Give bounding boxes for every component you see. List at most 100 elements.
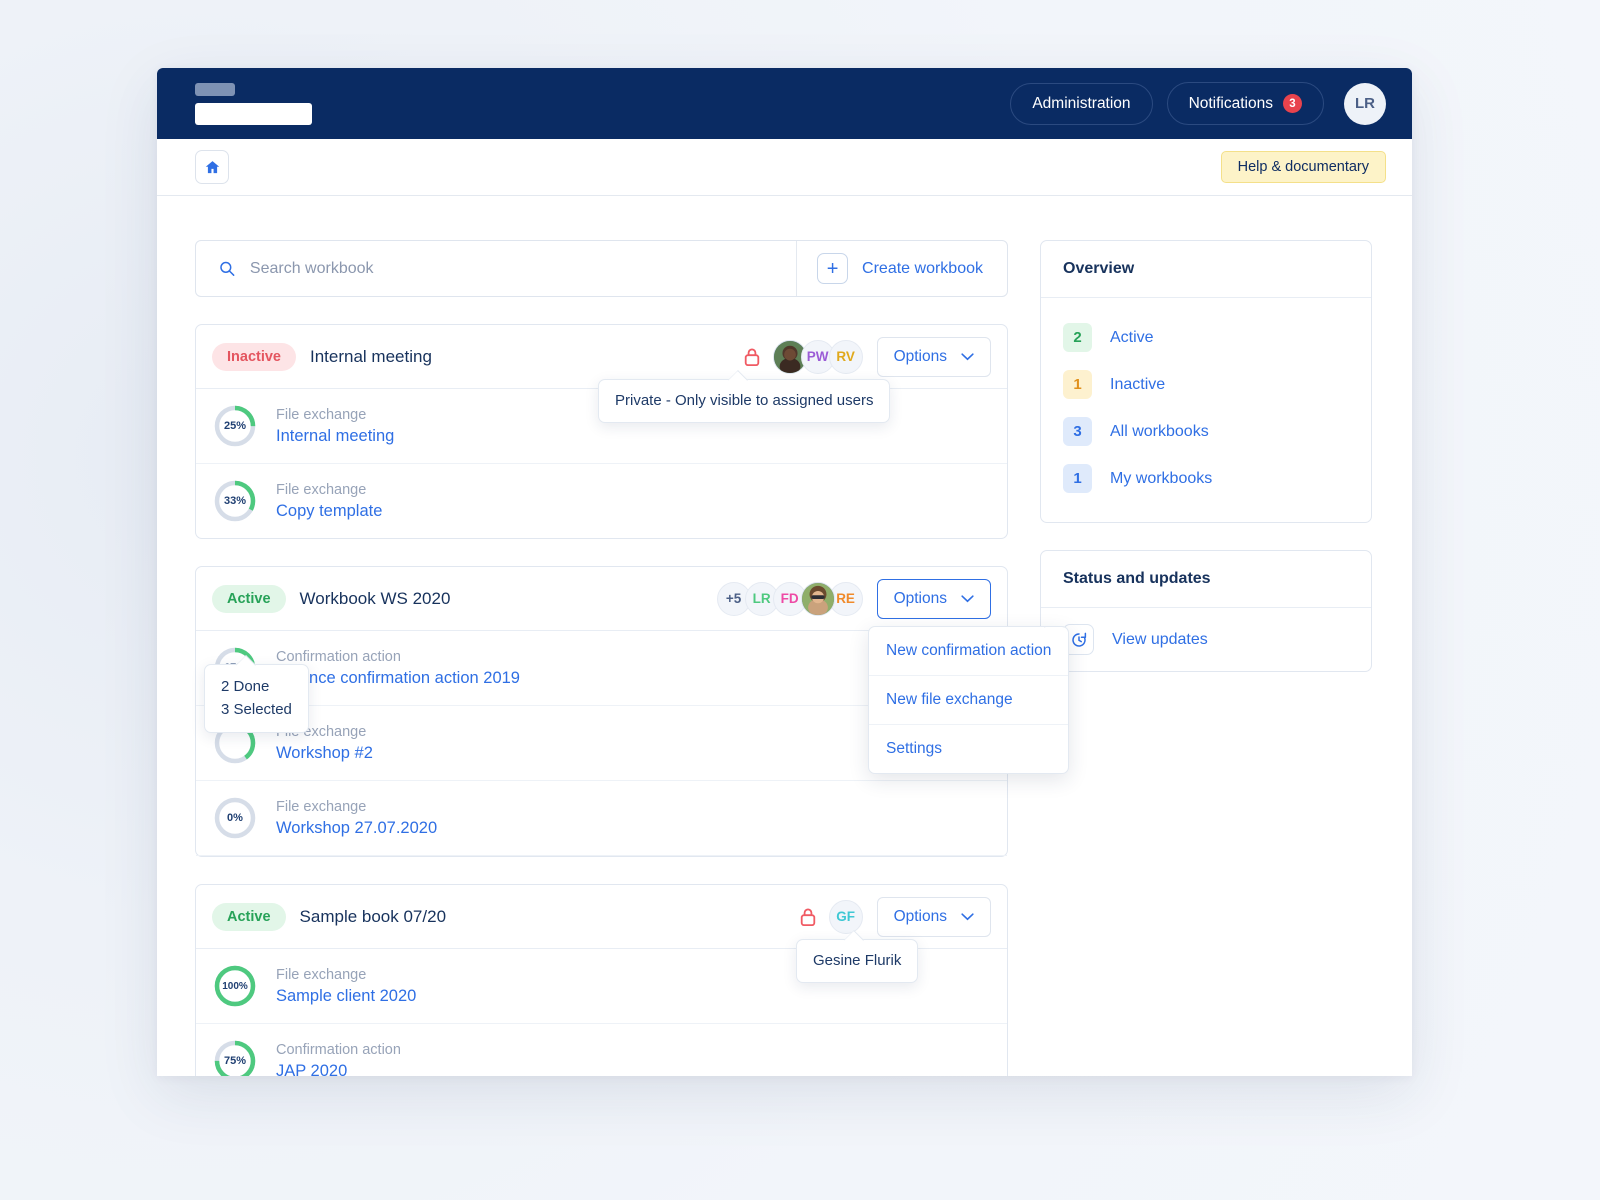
status-badge: Active (212, 584, 286, 613)
row-name-link[interactable]: Internal meeting (276, 427, 394, 446)
workbook-list-column: + Create workbook Inactive Internal meet… (195, 240, 1070, 1076)
home-button[interactable] (195, 150, 229, 184)
progress-percent: 100% (222, 980, 248, 992)
logo[interactable] (195, 82, 312, 125)
workbook-item-row[interactable]: 33% File exchange Copy template (196, 464, 1007, 538)
row-name-link[interactable]: Sample client 2020 (276, 987, 416, 1006)
sub-toolbar: Help & documentary (157, 139, 1412, 196)
row-type: File exchange (276, 798, 367, 815)
overview-count: 2 (1063, 323, 1092, 352)
overview-label: Inactive (1110, 375, 1166, 393)
workbook-item-row[interactable]: 75% Confirmation action JAP 2020 (196, 1024, 1007, 1076)
overview-list: 2 Active 1 Inactive 3 All workbooks 1 My… (1041, 298, 1371, 522)
workbook-card: Active Workbook WS 2020 +5 LR FD RE Opti… (195, 566, 1070, 857)
avatar-initials: RV (836, 349, 855, 364)
workbook-header: Inactive Internal meeting PW RV Options … (196, 325, 1007, 424)
notifications-button[interactable]: Notifications 3 (1166, 82, 1324, 125)
overview-count: 1 (1063, 464, 1092, 493)
row-type: Confirmation action (276, 1041, 401, 1058)
create-workbook-button[interactable]: + Create workbook (797, 241, 1007, 296)
row-type: Confirmation action (276, 648, 401, 665)
status-badge: Active (212, 902, 286, 931)
status-updates-title: Status and updates (1041, 551, 1371, 608)
row-type: File exchange (276, 481, 367, 498)
avatar[interactable] (800, 581, 835, 616)
row-name-link[interactable]: Balance confirmation action 2019 (276, 669, 520, 688)
avatar-initials: FD (780, 591, 799, 606)
progress-ring: 25% (212, 403, 258, 449)
overview-label: All workbooks (1110, 422, 1209, 440)
workbook-card: Active Sample book 07/20 GF Options Gesi… (195, 884, 1008, 1076)
avatar-tooltip-text: Gesine Flurik (813, 952, 902, 969)
status-updates-panel: Status and updates View updates (1040, 550, 1372, 672)
progress-percent: 75% (223, 1055, 247, 1067)
row-texts: Confirmation action JAP 2020 (276, 1042, 401, 1077)
help-documentary-label: Help & documentary (1237, 159, 1369, 175)
assignee-avatars: PW RV (772, 339, 863, 374)
progress-percent: 0% (227, 812, 243, 824)
avatar[interactable]: RV (828, 339, 863, 374)
administration-button[interactable]: Administration (1010, 82, 1153, 125)
overview-count: 3 (1063, 417, 1092, 446)
progress-tooltip-selected: 3 Selected (221, 700, 292, 718)
workbook-title: Sample book 07/20 (299, 906, 447, 926)
lock-icon[interactable] (799, 907, 817, 927)
overview-item-inactive[interactable]: 1 Inactive (1063, 361, 1349, 408)
workbook-header-actions: +5 LR FD RE Options (716, 578, 991, 619)
workbook-header: Active Sample book 07/20 GF Options Gesi… (196, 885, 1007, 984)
row-texts: Confirmation action Balance confirmation… (276, 649, 520, 688)
row-name-link[interactable]: Copy template (276, 502, 382, 521)
row-name-link[interactable]: Workshop 27.07.2020 (276, 819, 437, 838)
app-window: Administration Notifications 3 LR Help &… (157, 68, 1412, 1076)
avatar-initials: RE (836, 591, 855, 606)
options-label: Options (893, 347, 947, 365)
sidebar-column: Overview 2 Active 1 Inactive 3 All workb… (1040, 240, 1372, 1076)
progress-ring: 100% (212, 963, 258, 1009)
progress-ring: 0% (212, 795, 258, 841)
workbook-header-actions: PW RV Options (743, 336, 991, 377)
overview-item-active[interactable]: 2 Active (1063, 314, 1349, 361)
menu-item-settings[interactable]: Settings (869, 725, 1068, 773)
plus-icon: + (817, 253, 849, 284)
search-icon (220, 261, 235, 276)
options-button[interactable]: Options (876, 578, 991, 619)
overview-label: Active (1110, 328, 1154, 346)
overview-item-my-workbooks[interactable]: 1 My workbooks (1063, 455, 1349, 502)
status-badge: Inactive (212, 342, 296, 371)
row-name-link[interactable]: JAP 2020 (276, 1062, 401, 1077)
menu-item-new-confirmation-action[interactable]: New confirmation action (869, 627, 1069, 676)
lock-icon[interactable] (743, 347, 761, 367)
view-updates-label[interactable]: View updates (1112, 631, 1208, 649)
avatar[interactable]: GF (828, 899, 863, 934)
search-toolbar: + Create workbook (195, 240, 1008, 297)
options-button[interactable]: Options (876, 336, 991, 377)
logo-bar-small (195, 82, 235, 96)
overview-label: My workbooks (1110, 469, 1213, 487)
workbook-item-row[interactable]: 0% File exchange Workshop 27.07.2020 (196, 781, 1007, 856)
logo-bar-large (195, 102, 312, 125)
overview-item-all-workbooks[interactable]: 3 All workbooks (1063, 408, 1349, 455)
avatar-tooltip: Gesine Flurik (796, 939, 919, 984)
chevron-down-icon (961, 912, 974, 920)
create-workbook-label: Create workbook (862, 259, 983, 277)
search-field[interactable] (196, 241, 798, 296)
user-avatar-initials: LR (1355, 95, 1375, 112)
lock-tooltip-text: Private - Only visible to assigned users (615, 392, 874, 409)
assignee-avatars: GF (828, 899, 863, 934)
workbook-title: Workbook WS 2020 (299, 588, 451, 608)
search-input[interactable] (249, 259, 775, 278)
row-name-link[interactable]: Workshop #2 (276, 744, 373, 763)
chevron-down-icon (961, 352, 974, 360)
view-updates-row[interactable]: View updates (1041, 608, 1371, 671)
avatar-initials: +5 (725, 591, 742, 606)
row-texts: File exchange Sample client 2020 (276, 967, 416, 1006)
lock-tooltip: Private - Only visible to assigned users (598, 379, 891, 424)
options-button[interactable]: Options (876, 896, 991, 937)
workbook-header: Active Workbook WS 2020 +5 LR FD RE Opti… (196, 567, 1007, 631)
menu-item-new-file-exchange[interactable]: New file exchange (869, 676, 1069, 725)
overview-title: Overview (1041, 241, 1371, 298)
help-documentary-button[interactable]: Help & documentary (1220, 151, 1386, 183)
user-avatar[interactable]: LR (1344, 82, 1386, 125)
row-texts: File exchange Workshop 27.07.2020 (276, 799, 437, 838)
administration-label: Administration (1032, 94, 1131, 112)
